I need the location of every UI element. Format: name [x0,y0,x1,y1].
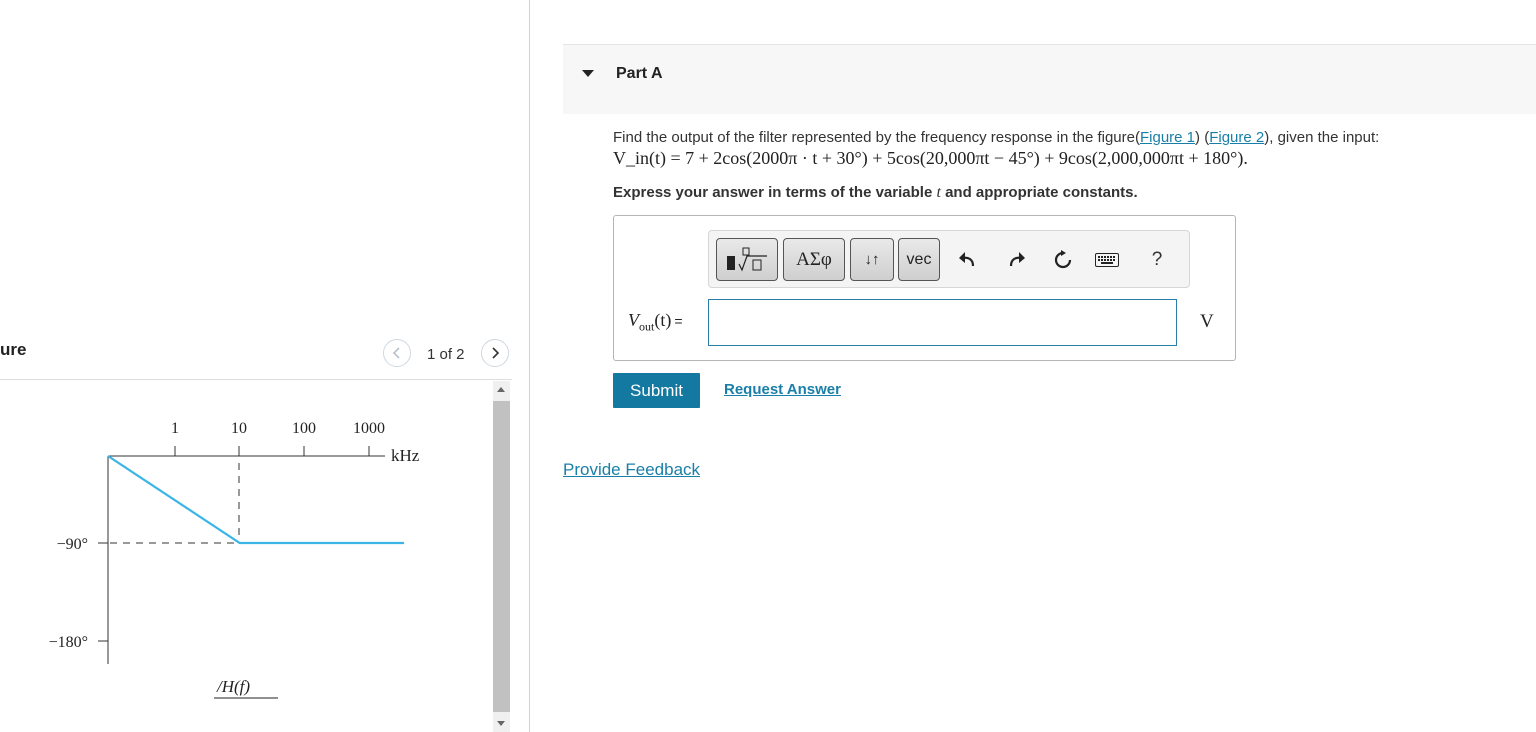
phase-plot: 1 10 100 1000 kHz −90° −180° /H(f) [49,420,420,699]
y-axis-label: /H(f) [216,677,250,696]
request-answer-link[interactable]: Request Answer [724,381,841,398]
instruction-prefix: Express your answer in terms of the vari… [613,184,933,201]
x-tick-label: 10 [231,420,247,437]
answer-input[interactable] [708,299,1177,346]
part-title: Part A [616,65,663,82]
answer-box: ΑΣφ ↓↑ vec ? Vout(t) = V [613,215,1236,361]
answer-label-eq: = [674,313,683,329]
keyboard-icon[interactable] [1095,248,1119,272]
help-icon[interactable]: ? [1145,248,1169,272]
answer-label: Vout(t) = [628,310,683,335]
undo-icon[interactable] [955,248,979,272]
phase-response-line [107,455,404,545]
figure-scrollbar[interactable] [493,381,510,732]
submit-button[interactable]: Submit [613,373,700,408]
figure-panel: ure 1 of 2 1 10 100 1000 kHz −90° −180° [0,0,530,732]
next-figure-button[interactable] [481,339,509,367]
x-unit-label: kHz [391,446,420,465]
math-toolbar: ΑΣφ ↓↑ vec ? [708,230,1190,288]
y-tick-label: −90° [57,536,88,553]
provide-feedback-link[interactable]: Provide Feedback [563,460,700,480]
greek-symbols-button[interactable]: ΑΣφ [783,238,845,281]
instruction-text: Express your answer in terms of the vari… [613,184,1138,202]
question-text: Find the output of the filter represente… [613,129,1379,146]
subscript-superscript-button[interactable]: ↓↑ [850,238,894,281]
answer-label-var: V [628,310,639,330]
figure-title: ure [0,340,27,359]
figure-header: ure 1 of 2 [0,336,512,380]
question-middle: ) ( [1195,129,1210,146]
chevron-right-icon [492,347,500,359]
input-equation: V_in(t) = 7 + 2cos(2000π · t + 30°) + 5c… [613,148,1248,168]
scroll-down-icon[interactable] [497,721,505,726]
part-a-header[interactable]: Part A [563,44,1536,114]
instruction-suffix: and appropriate constants. [945,184,1138,201]
question-prefix: Find the output of the filter represente… [613,129,1140,146]
y-tick-label: −180° [49,634,88,651]
answer-unit: V [1200,311,1214,332]
reset-icon[interactable] [1051,248,1075,272]
x-tick-label: 1 [171,420,179,437]
templates-icon [727,247,767,272]
scroll-thumb[interactable] [493,401,510,712]
figure-2-link[interactable]: Figure 2 [1209,129,1264,146]
x-tick-label: 1000 [353,420,385,437]
x-tick-label: 100 [292,420,316,437]
vector-button[interactable]: vec [898,238,940,281]
question-suffix: ), given the input: [1264,129,1380,146]
answer-label-arg: (t) [654,310,672,330]
redo-icon[interactable] [1005,248,1029,272]
collapse-caret-icon[interactable] [582,70,594,77]
figure-page-count: 1 of 2 [427,346,465,363]
chevron-left-icon [392,347,400,359]
templates-button[interactable] [716,238,778,281]
scroll-up-icon[interactable] [497,387,505,392]
answer-label-sub: out [639,319,655,334]
previous-figure-button[interactable] [383,339,411,367]
figure-1-link[interactable]: Figure 1 [1140,129,1195,146]
instruction-variable: t [936,184,941,201]
